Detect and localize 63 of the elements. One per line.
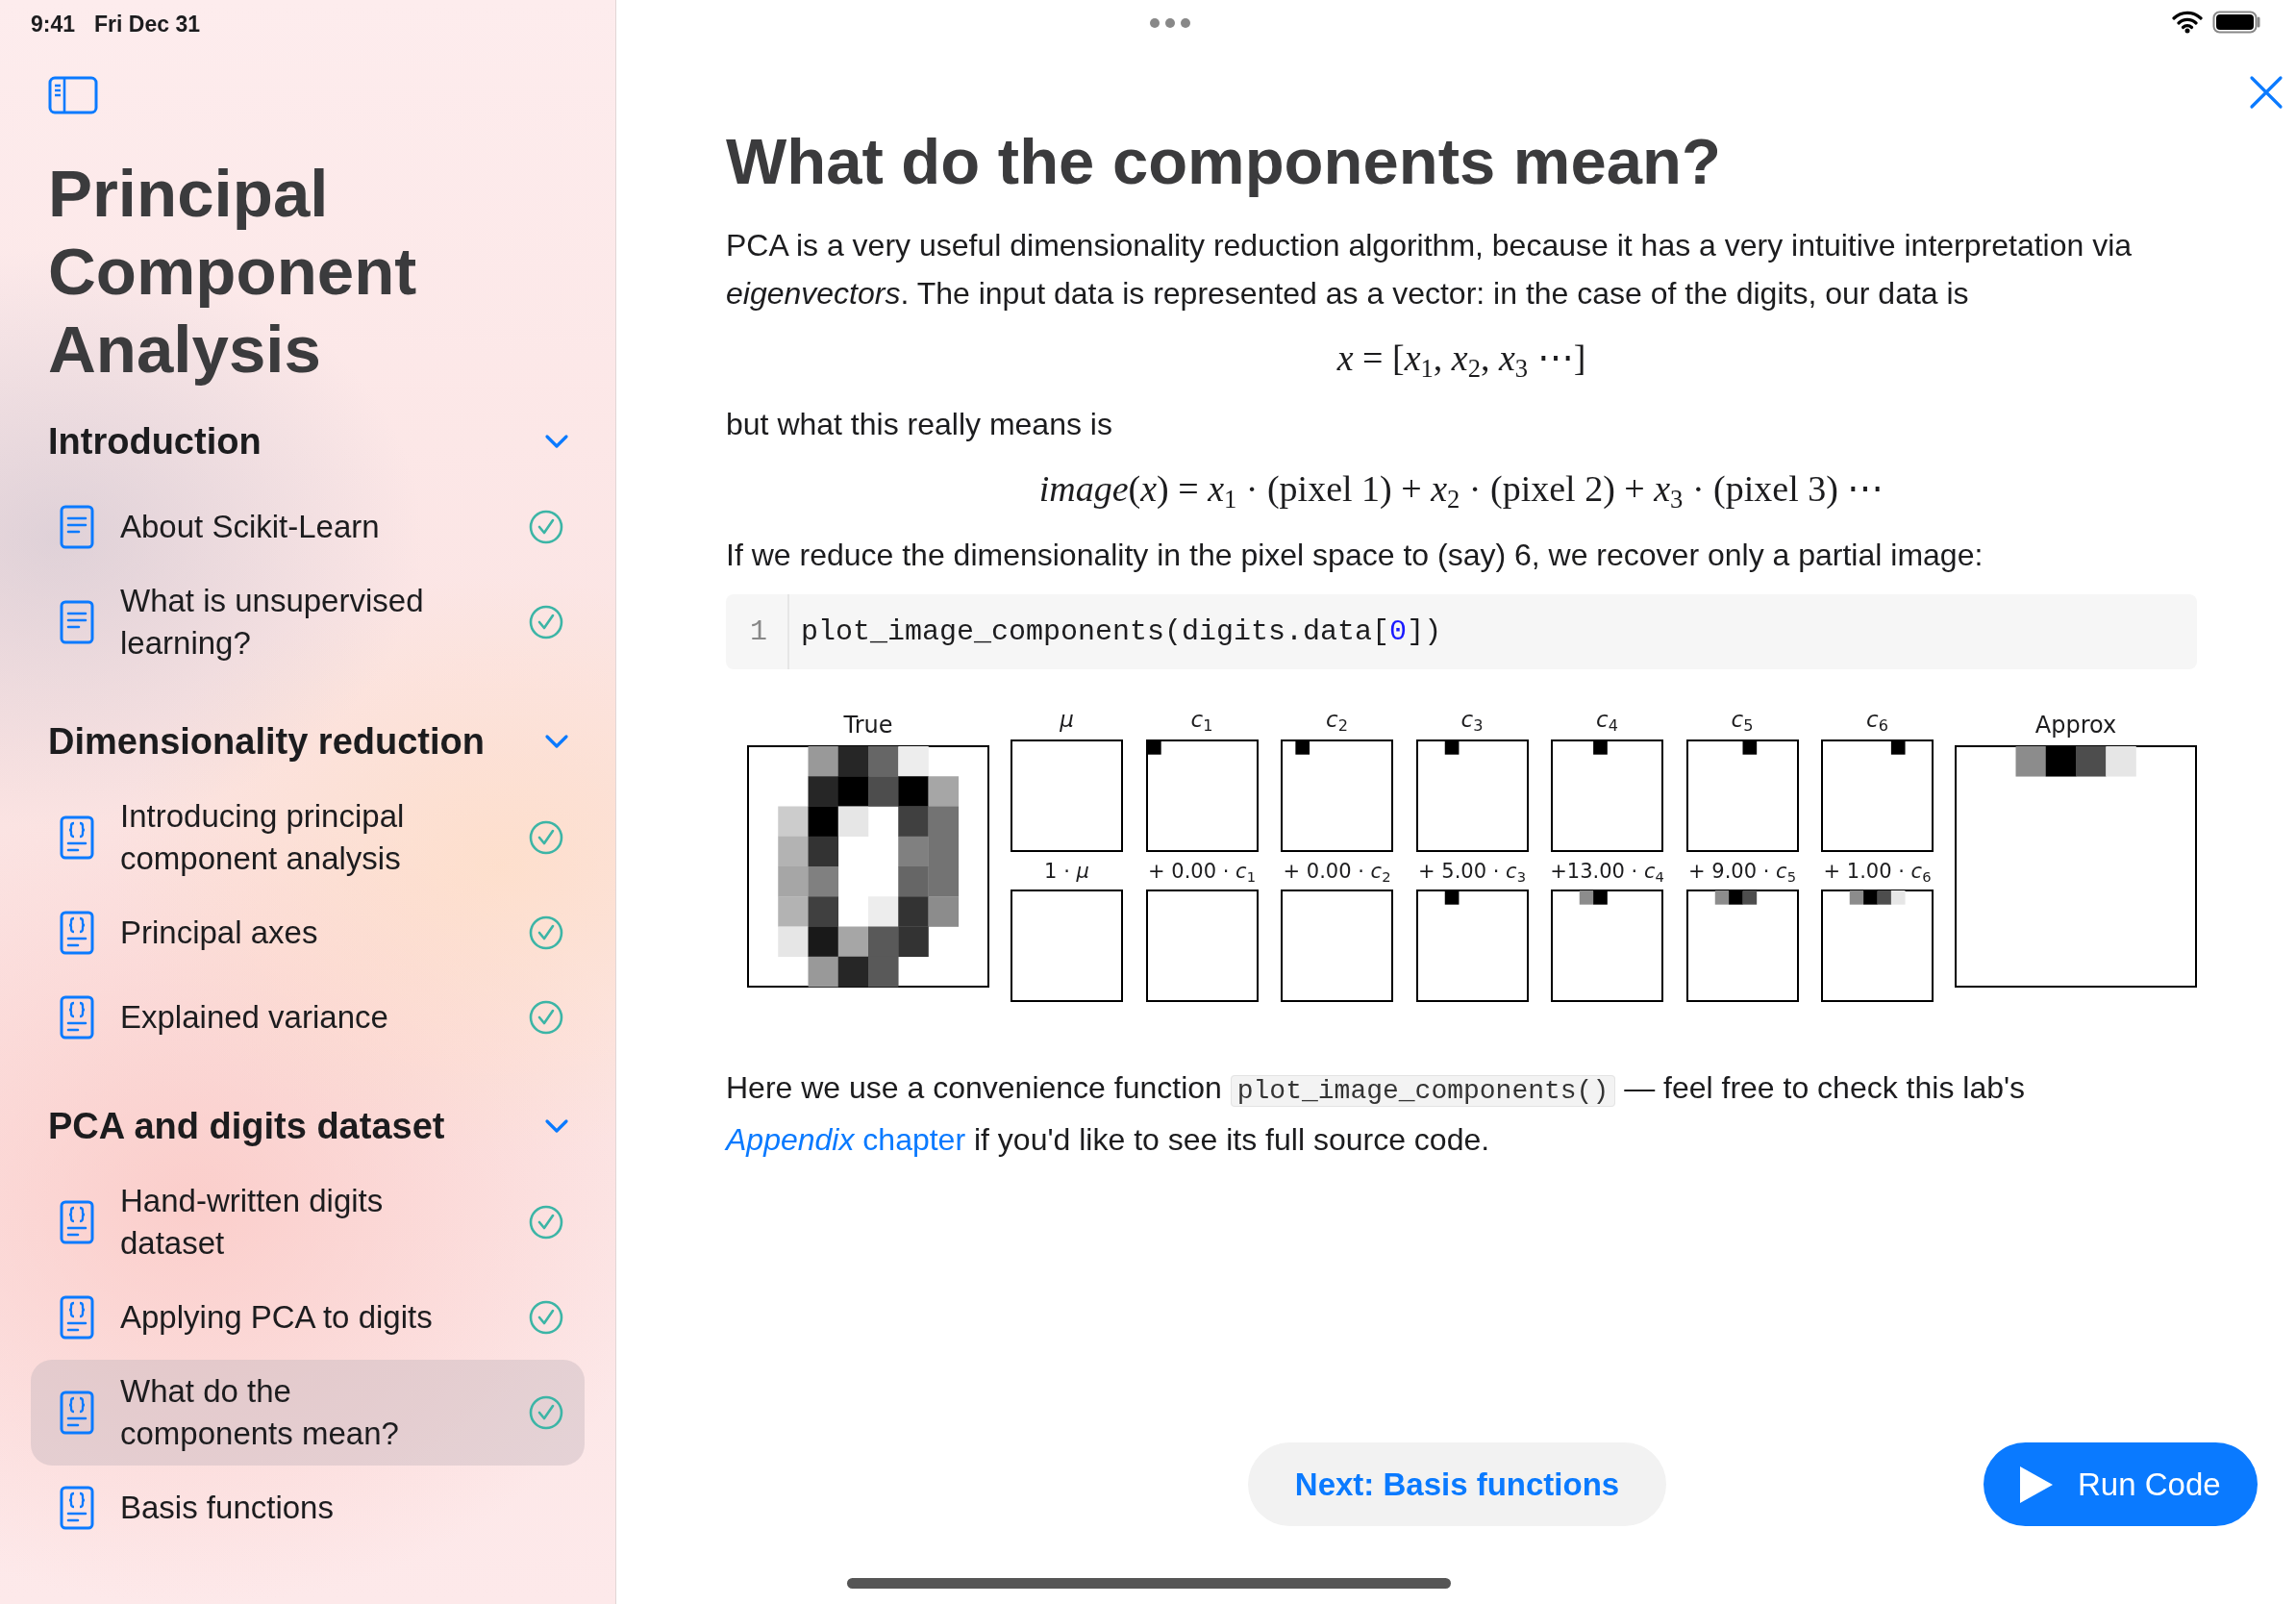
code-cell[interactable]: 1 plot_image_components(digits.data[0]) <box>726 594 2197 669</box>
plot-title: True <box>843 711 893 740</box>
formula: x = [x$_{1}$, x$_{2}$, x$_{3}$ ⋯] <box>1336 338 1586 378</box>
sidebar-title: Principal Component Analysis <box>48 156 418 388</box>
selected-lesson-item[interactable]: What do the components mean? <box>31 1360 585 1466</box>
plot-label: + 5.00 · c$_{3}$ <box>1418 859 1526 887</box>
chevron-icon[interactable] <box>544 433 569 450</box>
play-icon <box>2018 1464 2055 1505</box>
battery-icon <box>2212 10 2262 34</box>
lesson-item[interactable]: What is unsupervised learning? <box>31 569 585 675</box>
plot-label: + 1.00 · c$_{6}$ <box>1823 859 1932 887</box>
chevron-icon[interactable] <box>544 733 569 750</box>
code-document-icon <box>60 995 94 1040</box>
plot-title: μ <box>1060 706 1074 734</box>
code-document-icon <box>60 1200 94 1244</box>
lesson-item[interactable]: Introducing principal component analysis <box>31 785 585 890</box>
document-icon <box>60 600 94 644</box>
next-button[interactable]: Next: Basis functions <box>1248 1442 1666 1526</box>
run-code-button[interactable]: Run Code <box>1984 1442 2258 1526</box>
formula: image(x) = x$_{1}$ · (pixel 1) + x$_{2}$ · (pixel 2) + x$_{3}$ · (pixel 3) ⋯ <box>1038 468 1884 509</box>
plot-label: + 9.00 · c$_{5}$ <box>1688 859 1796 887</box>
plot-title: c$_{1}$ <box>1190 706 1213 737</box>
paragraph: If we reduce the dimensionality in the pixel space to (say) 6, we recover only a partial image: <box>726 537 1984 574</box>
plot-label: 1 · μ <box>1044 859 1089 885</box>
lesson-item[interactable]: Hand-written digits dataset <box>31 1169 585 1275</box>
section-header[interactable]: Dimensionality reduction <box>48 720 485 763</box>
lesson-item[interactable]: Applying PCA to digits <box>31 1275 585 1360</box>
inline-code: plot_image_components() <box>1230 1075 1616 1107</box>
code-line: plot_image_components(digits.data[0]) <box>800 615 1442 648</box>
section-header[interactable]: Introduction <box>48 420 262 463</box>
section-header[interactable]: PCA and digits dataset <box>48 1105 445 1147</box>
paragraph: Here we use a convenience function plot_image_components() — feel free to check this lab's Appendix chapter if you'd like to see its full source code. <box>726 1069 2027 1159</box>
lesson-item[interactable]: Basis functions <box>31 1466 585 1550</box>
line-number: 1 <box>726 594 789 669</box>
plot-label: + 0.00 · c$_{1}$ <box>1148 859 1256 887</box>
status-date: Fri Dec 31 <box>94 12 200 38</box>
code-document-icon <box>60 1295 94 1340</box>
appendix-link[interactable]: Appendix chapter <box>726 1122 966 1157</box>
chevron-icon[interactable] <box>544 1117 569 1135</box>
sidebar-toggle-icon[interactable] <box>48 76 98 114</box>
plot-title: c$_{4}$ <box>1596 706 1618 737</box>
plot-title: c$_{2}$ <box>1326 706 1348 737</box>
code-document-icon <box>60 1486 94 1530</box>
lesson-item[interactable]: Principal axes <box>31 890 585 975</box>
close-icon[interactable] <box>2249 75 2284 110</box>
plot-title: Approx <box>2034 711 2117 740</box>
plot-label: + 0.00 · c$_{2}$ <box>1283 859 1391 887</box>
more-icon[interactable] <box>1149 17 1191 29</box>
lesson-title: What do the components mean? <box>726 124 1722 199</box>
code-document-icon <box>60 815 94 860</box>
status-time: 9:41 <box>31 12 76 38</box>
plot-label: +13.00 · c$_{4}$ <box>1550 859 1664 887</box>
wifi-icon <box>2172 10 2203 34</box>
plot-title: c$_{3}$ <box>1460 706 1484 737</box>
plot-title: c$_{6}$ <box>1866 706 1888 737</box>
document-icon <box>60 505 94 549</box>
code-document-icon <box>60 911 94 955</box>
paragraph: PCA is a very useful dimensionality reduction algorithm, because it has a very intuitive interpretation via eigenvectors. The input data is represented as a vector: in the case of the digits, our data is <box>726 227 2134 313</box>
lesson-item[interactable]: About Scikit-Learn <box>31 485 585 569</box>
code-document-icon <box>60 1391 94 1435</box>
plot-title: c$_{5}$ <box>1731 706 1754 737</box>
lesson-item[interactable]: Explained variance <box>31 975 585 1060</box>
paragraph: but what this really means is <box>726 406 1113 443</box>
